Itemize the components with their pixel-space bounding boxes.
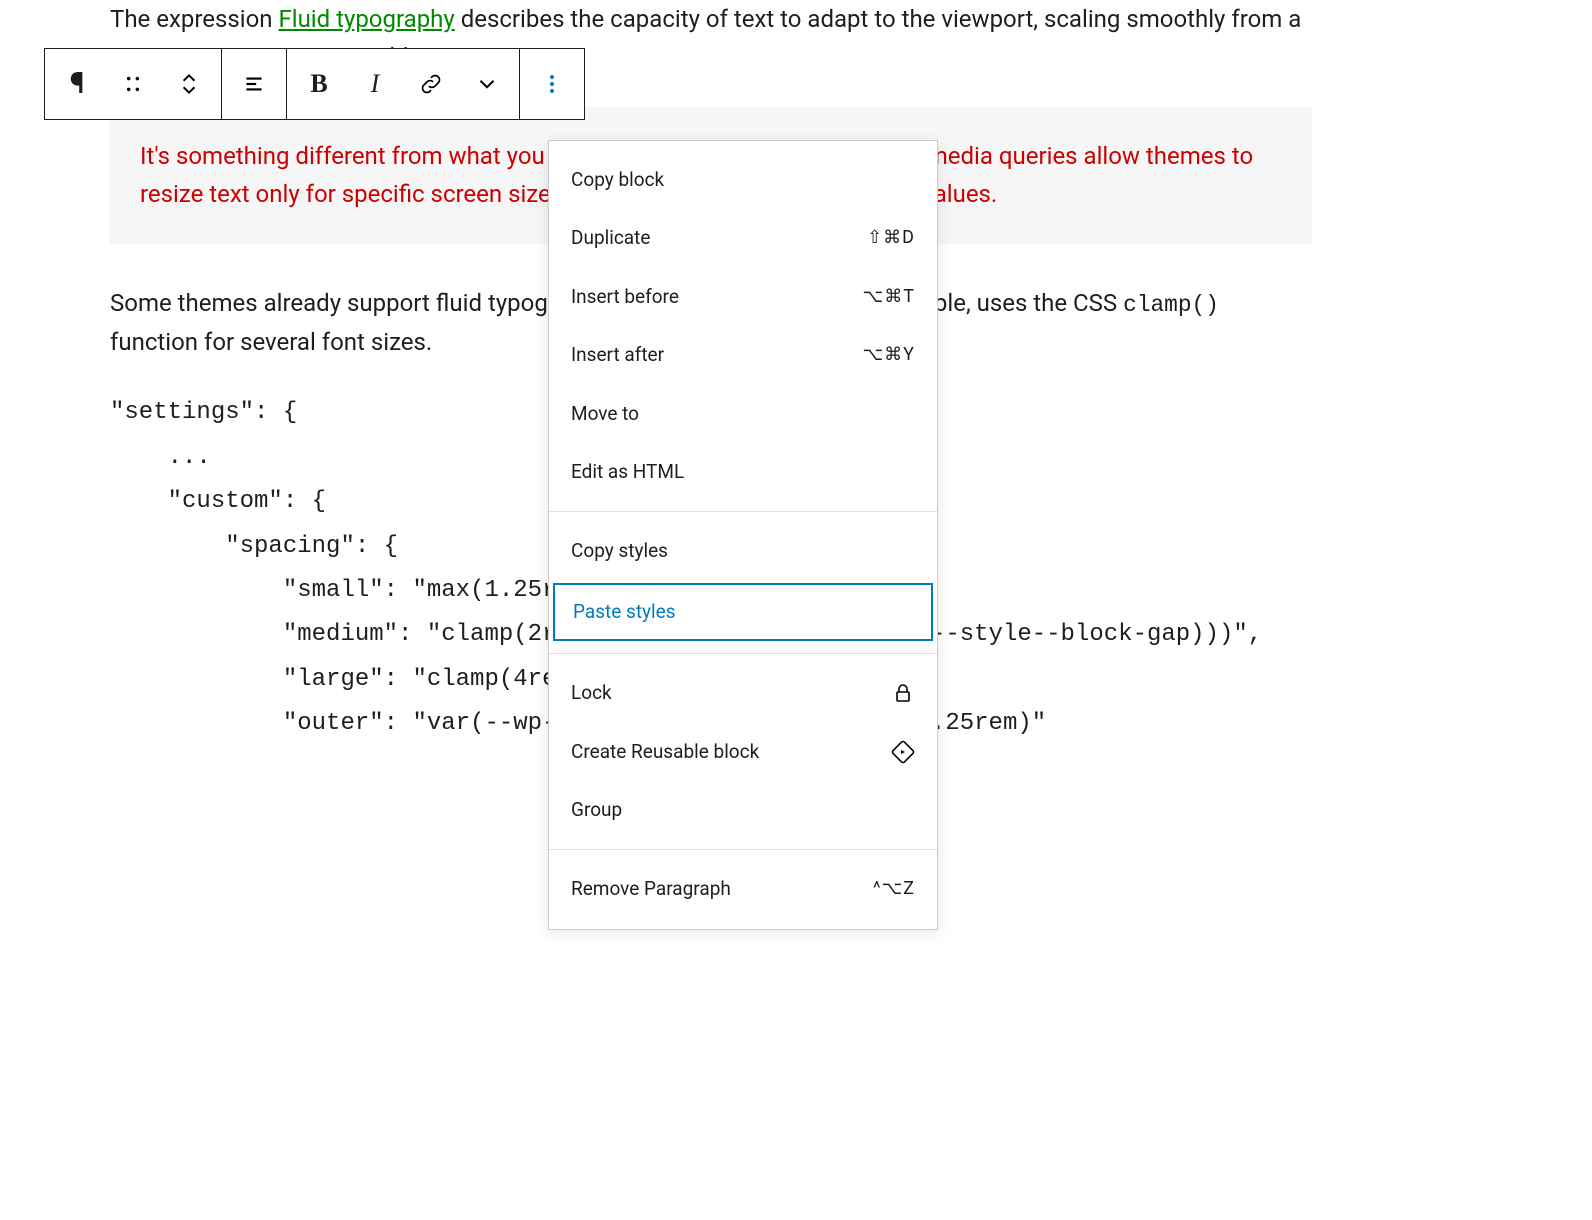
menu-shortcut: ⌥⌘T [863, 283, 915, 312]
lock-icon [891, 681, 915, 705]
menu-copy-styles[interactable]: Copy styles [549, 522, 937, 580]
italic-button[interactable]: I [347, 56, 403, 112]
clamp-code: clamp() [1123, 292, 1219, 318]
menu-label: Insert after [571, 340, 664, 370]
menu-paste-styles[interactable]: Paste styles [553, 583, 933, 641]
pilcrow-icon: ¶ [70, 60, 85, 108]
block-toolbar: ¶ B I [44, 48, 585, 120]
fluid-typography-link[interactable]: Fluid typography [278, 5, 454, 33]
menu-label: Group [571, 795, 622, 825]
menu-label: Lock [571, 678, 612, 708]
link-button[interactable] [403, 56, 459, 112]
menu-group[interactable]: Group [549, 781, 937, 839]
menu-shortcut: ⌥⌘Y [862, 341, 915, 370]
menu-duplicate[interactable]: Duplicate ⇧⌘D [549, 209, 937, 267]
options-button[interactable] [524, 56, 580, 112]
menu-label: Edit as HTML [571, 457, 684, 487]
menu-label: Remove Paragraph [571, 874, 731, 904]
menu-label: Copy block [571, 165, 664, 195]
menu-label: Duplicate [571, 223, 650, 253]
bold-button[interactable]: B [291, 56, 347, 112]
move-button[interactable] [161, 56, 217, 112]
bold-icon: B [310, 63, 327, 105]
italic-icon: I [371, 63, 380, 105]
menu-shortcut: ⇧⌘D [867, 224, 915, 253]
toolbar-group-align [222, 49, 287, 119]
menu-remove-paragraph[interactable]: Remove Paragraph ^⌥Z [549, 860, 937, 918]
chevron-down-icon [474, 71, 500, 97]
toolbar-group-more [520, 49, 584, 119]
menu-label: Copy styles [571, 536, 668, 566]
menu-label: Move to [571, 399, 639, 429]
menu-label: Insert before [571, 282, 679, 312]
menu-label: Create Reusable block [571, 737, 759, 767]
menu-lock[interactable]: Lock [549, 664, 937, 722]
reusable-icon [891, 740, 915, 764]
para1-text: The expression [110, 5, 278, 33]
drag-icon [120, 71, 146, 97]
menu-reusable-block[interactable]: Create Reusable block [549, 723, 937, 781]
more-vertical-icon [550, 75, 554, 93]
drag-handle-button[interactable] [105, 56, 161, 112]
menu-section-2: Copy styles Paste styles [549, 512, 937, 654]
menu-section-1: Copy block Duplicate ⇧⌘D Insert before ⌥… [549, 141, 937, 512]
menu-insert-after[interactable]: Insert after ⌥⌘Y [549, 326, 937, 384]
menu-copy-block[interactable]: Copy block [549, 151, 937, 209]
align-icon [241, 71, 267, 97]
link-icon [418, 71, 444, 97]
menu-insert-before[interactable]: Insert before ⌥⌘T [549, 268, 937, 326]
menu-shortcut: ^⌥Z [873, 875, 915, 904]
toolbar-group-block: ¶ [45, 49, 222, 119]
menu-move-to[interactable]: Move to [549, 385, 937, 443]
paragraph-block-button[interactable]: ¶ [49, 56, 105, 112]
menu-section-3: Lock Create Reusable block Group [549, 654, 937, 850]
menu-label: Paste styles [573, 597, 676, 627]
menu-section-4: Remove Paragraph ^⌥Z [549, 850, 937, 928]
block-options-menu: Copy block Duplicate ⇧⌘D Insert before ⌥… [548, 140, 938, 930]
move-updown-icon [176, 71, 202, 97]
toolbar-group-format: B I [287, 49, 520, 119]
menu-edit-html[interactable]: Edit as HTML [549, 443, 937, 501]
para3-suffix: function for several font sizes. [110, 328, 432, 356]
more-format-button[interactable] [459, 56, 515, 112]
align-button[interactable] [226, 56, 282, 112]
